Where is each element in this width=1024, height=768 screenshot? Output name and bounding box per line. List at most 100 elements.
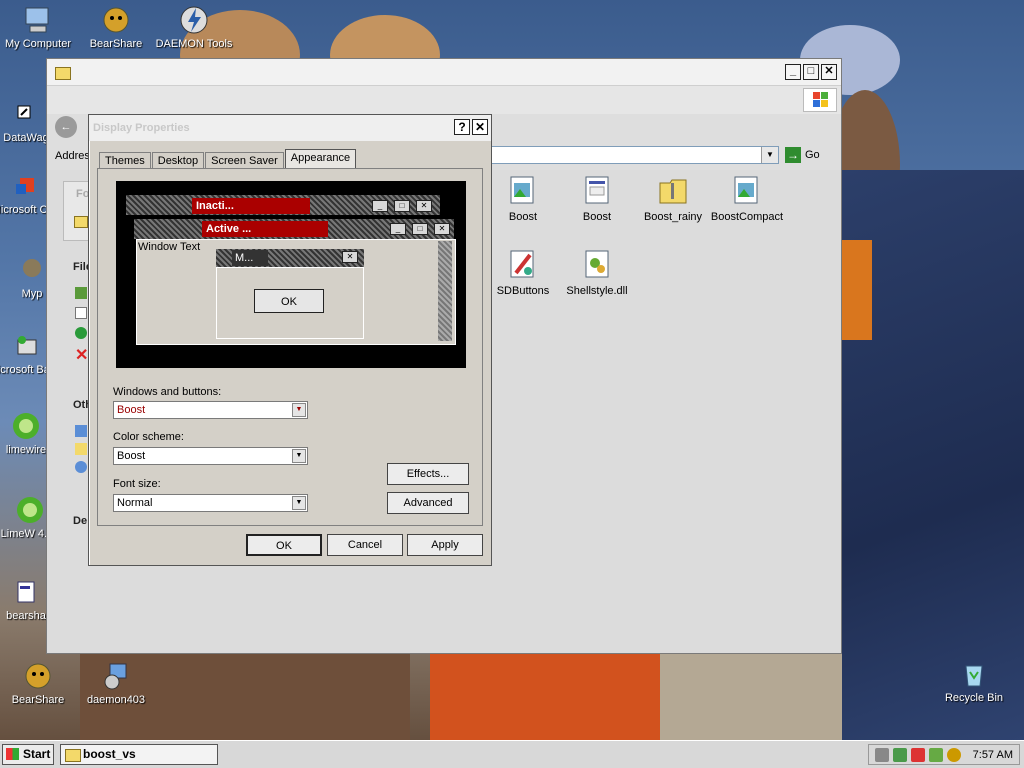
color-scheme-value: Boost <box>117 450 146 462</box>
folder-icon <box>55 67 71 80</box>
dialog-close-button[interactable]: ✕ <box>472 119 488 135</box>
file-label: Shellstyle.dll <box>566 285 628 297</box>
tray-app-icon[interactable] <box>946 747 961 762</box>
dialog-title-bar[interactable]: Display Properties ? ✕ <box>89 115 491 141</box>
preview-minimize-icon: _ <box>390 223 406 235</box>
desktop-icon-daemon403[interactable]: daemon403 <box>76 660 156 706</box>
folder-icon <box>74 216 88 228</box>
start-button[interactable]: Start <box>2 744 54 765</box>
desktop-icon-daemon-tools[interactable]: DAEMON Tools <box>154 4 234 50</box>
zip-folder-icon <box>659 179 687 204</box>
wallpaper-bottom-orange <box>430 654 660 740</box>
paint-file-icon <box>510 250 534 278</box>
help-button[interactable]: ? <box>454 119 470 135</box>
delete-icon: ✕ <box>75 347 89 364</box>
desktop-icon-label: Recycle Bin <box>944 692 1004 704</box>
folder-icon <box>65 749 81 762</box>
desktop-icon-bearshare[interactable]: BearShare <box>0 660 78 706</box>
advanced-button[interactable]: Advanced <box>387 492 469 514</box>
file-label: SDButtons <box>496 285 550 297</box>
task-icon <box>75 287 87 299</box>
start-label: Start <box>23 747 51 761</box>
preview-minimize-icon: _ <box>372 200 388 212</box>
desktop-icon-label: Myp <box>21 288 43 300</box>
go-button[interactable]: → Go <box>785 146 820 164</box>
chevron-down-icon[interactable]: ▼ <box>761 147 778 163</box>
taskbar: Start boost_vs 7:57 AM <box>0 740 1024 768</box>
visual-studio-icon <box>16 178 34 194</box>
preview-inactive-title: Inacti... <box>192 198 310 214</box>
effects-button[interactable]: Effects... <box>387 463 469 485</box>
file-label: BoostCompact <box>710 211 784 223</box>
font-size-select[interactable]: Normal ▼ <box>113 494 308 512</box>
recycle-bin-icon <box>965 665 983 687</box>
back-button[interactable]: ← <box>55 116 77 138</box>
clock[interactable]: 7:57 AM <box>973 749 1013 761</box>
color-scheme-label: Color scheme: <box>113 431 184 443</box>
preview-ok-button: OK <box>254 289 324 313</box>
shortcut-icon <box>17 105 31 119</box>
file-item[interactable]: Boost_rainy <box>635 175 711 223</box>
preview-maximize-icon: □ <box>412 223 428 235</box>
windows-flag-icon <box>6 748 19 760</box>
windows-buttons-label: Windows and buttons: <box>113 386 222 398</box>
file-item[interactable]: SDButtons <box>485 249 561 297</box>
task-icon <box>75 327 87 339</box>
preview-message-title: M... <box>232 250 268 266</box>
appearance-panel: Inacti... _ □ ✕ Active ... _ □ ✕ Window … <box>97 168 483 526</box>
details-label: De <box>73 515 88 527</box>
tray-app-icon[interactable] <box>928 747 943 762</box>
desktop-icon-label: bearsha <box>6 610 46 622</box>
preview-scrollbar <box>438 241 452 341</box>
wallpaper-shirt <box>842 240 872 340</box>
dialog-title: Display Properties <box>93 122 190 134</box>
close-button[interactable]: ✕ <box>821 64 837 80</box>
desktop-icon-recycle-bin[interactable]: Recycle Bin <box>934 658 1014 704</box>
task-icon <box>75 307 87 319</box>
wallpaper-bottom-tan <box>660 654 842 740</box>
visual-basic-icon <box>17 336 37 355</box>
tray-app-icon[interactable] <box>910 747 925 762</box>
taskbar-window-button[interactable]: boost_vs <box>60 744 218 765</box>
preview-close-icon: ✕ <box>434 223 450 235</box>
go-label: Go <box>805 149 820 161</box>
explorer-menu-bar <box>47 86 841 114</box>
preview-close-icon: ✕ <box>416 200 432 212</box>
keyboard-icon[interactable] <box>874 747 889 762</box>
file-label: Boost_rainy <box>643 211 703 223</box>
lightning-disc-icon <box>180 6 208 34</box>
preview-window-text: Window Text <box>138 241 201 253</box>
file-item[interactable]: Shellstyle.dll <box>559 249 635 297</box>
apply-button[interactable]: Apply <box>407 534 483 556</box>
file-item[interactable]: Boost <box>485 175 561 223</box>
installer-icon <box>17 581 35 603</box>
desktop-icon-label: DataWag <box>3 132 49 144</box>
chevron-down-icon[interactable]: ▼ <box>292 496 306 510</box>
file-item[interactable]: BoostCompact <box>709 175 785 223</box>
display-properties-dialog: Display Properties ? ✕ Themes Desktop Sc… <box>88 114 492 566</box>
windows-logo-icon <box>803 88 837 112</box>
desktop-icon-label: BearShare <box>11 694 65 706</box>
bearshare-icon <box>25 663 51 689</box>
color-scheme-select[interactable]: Boost ▼ <box>113 447 308 465</box>
chevron-down-icon[interactable]: ▼ <box>292 449 306 463</box>
file-label: Boost <box>508 211 538 223</box>
desktop-icon-my-computer[interactable]: My Computer <box>0 4 78 50</box>
tray-app-icon[interactable] <box>892 747 907 762</box>
image-file-icon <box>734 176 758 204</box>
windows-buttons-select[interactable]: Boost ▼ <box>113 401 308 419</box>
maximize-button[interactable]: □ <box>803 64 819 80</box>
chevron-down-icon[interactable]: ▼ <box>292 403 306 417</box>
cancel-button[interactable]: Cancel <box>327 534 403 556</box>
desktop-icon-bearshare-downloads[interactable]: BearShare Downloads <box>76 4 156 50</box>
preview-active-title: Active ... <box>202 221 328 237</box>
file-item[interactable]: Boost <box>559 175 635 223</box>
ok-button[interactable]: OK <box>246 534 322 556</box>
minimize-button[interactable]: _ <box>785 64 801 80</box>
explorer-title-bar[interactable]: _ □ ✕ <box>47 59 841 86</box>
desktop-icon-label: BearShare Downloads <box>89 38 143 50</box>
windows-buttons-value: Boost <box>117 404 146 416</box>
system-tray: 7:57 AM <box>867 744 1020 765</box>
computer-icon <box>25 7 49 33</box>
task-pane: Fo File ✕ Oth De <box>47 169 95 649</box>
